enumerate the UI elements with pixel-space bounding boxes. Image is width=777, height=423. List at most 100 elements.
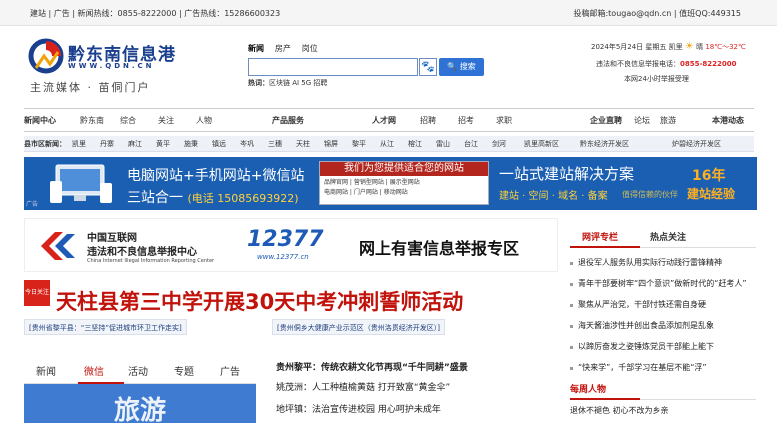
news-place: 姚茂洲： xyxy=(276,383,313,393)
county-danzhai[interactable]: 丹寨 xyxy=(100,139,114,149)
nav-enterprise[interactable]: 企业直聘 xyxy=(590,115,622,126)
search-icon: 🔍 xyxy=(447,62,458,71)
headline-sub-2[interactable]: [贵州侗乡大健康产业示范区（贵州洛贯经济开发区）] xyxy=(272,319,445,335)
baidu-paw-icon[interactable]: 🐾 xyxy=(419,58,437,76)
county-huangping[interactable]: 黄平 xyxy=(156,139,170,149)
search-tab-house[interactable]: 房产 xyxy=(275,44,291,53)
list-item-text: 退役军人服务队用实际行动践行雷锋精神 xyxy=(578,258,722,267)
banner-three-in-one: 三站合一 xyxy=(127,190,183,206)
list-item[interactable]: “快来学”，千部学习在基层不能“浮” xyxy=(570,362,756,373)
county-jinping[interactable]: 锦屏 xyxy=(324,139,338,149)
list-item[interactable]: 贵州黎平：传统农耕文化节再现“千牛同耕”盛景 xyxy=(276,360,468,373)
site-logo[interactable]: 黔东南信息港 WWW.QDN.CN 主流媒体 · 苗侗门户 xyxy=(28,38,198,96)
devices-icon xyxy=(50,164,112,203)
banner-services-title: 我们为您提供适合您的网站 xyxy=(320,162,488,176)
report-center-logo-icon xyxy=(41,232,75,260)
report-zone-title: 网上有害信息举报专区 xyxy=(359,239,520,258)
report-hotline: 违法和不良信息举报电话：0855-8222000 xyxy=(596,59,736,69)
nav-people[interactable]: 人物 xyxy=(196,115,212,126)
temperature: 18℃～32℃ xyxy=(705,43,746,51)
nav-exam[interactable]: 招考 xyxy=(458,115,474,126)
nav-focus[interactable]: 关注 xyxy=(158,115,174,126)
headline-title[interactable]: 天柱县第三中学开展30天中考冲刺誓师活动 xyxy=(56,286,463,316)
headline-sub-1[interactable]: [贵州省黎平县：“三坚持”促进城市环卫工作走实] xyxy=(24,319,187,335)
weather-text: 晴 xyxy=(696,43,704,51)
nav-news-center[interactable]: 新闻中心 xyxy=(24,115,56,126)
top-links[interactable]: 建站 | 广告 | 新闻热线：0855-8222000 | 广告热线：15286… xyxy=(30,8,280,19)
weekly-people-item[interactable]: 退休不褪色 初心不改为乡亲 xyxy=(570,405,669,416)
county-rongjiang[interactable]: 榕江 xyxy=(408,139,422,149)
search-box xyxy=(248,58,418,76)
county-tianzhu[interactable]: 天柱 xyxy=(296,139,310,149)
logo-mark-icon xyxy=(28,38,64,74)
report-label: 违法和不良信息举报电话： xyxy=(596,60,680,68)
sun-icon: ☀ xyxy=(684,41,694,52)
report-number: 12377 xyxy=(247,227,324,252)
search-button[interactable]: 🔍 搜索 xyxy=(439,58,484,76)
banner-line1: 电脑网站+手机网站+微信站 xyxy=(127,168,305,184)
service-item: 移动网站 xyxy=(383,189,408,196)
feature-thumbnail[interactable]: 旅游 xyxy=(24,384,256,423)
tab-hot-focus[interactable]: 热点关注 xyxy=(650,230,686,243)
county-congjiang[interactable]: 从江 xyxy=(380,139,394,149)
county-liping[interactable]: 黎平 xyxy=(352,139,366,149)
nav-qdn[interactable]: 黔东南 xyxy=(80,115,104,126)
news-title: 人工种植榆黄菇 打开致富“黄金伞” xyxy=(312,383,451,393)
county-leishan[interactable]: 雷山 xyxy=(436,139,450,149)
illegal-info-report-banner[interactable]: 中国互联网 违法和不良信息举报中心 China Internet Illegal… xyxy=(24,218,558,272)
tab-ads[interactable]: 广告 xyxy=(220,363,240,378)
list-item[interactable]: 海天酱油涉性并创出食品添加剂是乱象 xyxy=(570,320,756,331)
county-majiang[interactable]: 麻江 xyxy=(128,139,142,149)
news-place: 贵州黎平： xyxy=(276,363,322,373)
list-item[interactable]: 退役军人服务队用实际行动践行雷锋精神 xyxy=(570,257,756,268)
county-taijiang[interactable]: 台江 xyxy=(464,139,478,149)
report-site: www.12377.cn xyxy=(257,253,309,261)
nav-talent[interactable]: 人才网 xyxy=(372,115,396,126)
tab-commentary[interactable]: 网评专栏 xyxy=(582,230,618,243)
nav-travel[interactable]: 旅游 xyxy=(660,115,676,126)
ad-banner[interactable]: 电脑网站+手机网站+微信站 三站合一 (电话 15085693922) 我们为您… xyxy=(24,157,757,210)
hot-label: 热词： xyxy=(248,79,269,87)
active-tab-indicator xyxy=(570,398,640,400)
search-input[interactable] xyxy=(249,59,417,75)
nav-general[interactable]: 综合 xyxy=(120,115,136,126)
report-org-english: China Internet Illegal Information Repor… xyxy=(87,258,215,264)
nav-forum[interactable]: 论坛 xyxy=(634,115,650,126)
top-bar: 建站 | 广告 | 新闻热线：0855-8222000 | 广告热线：15286… xyxy=(0,0,777,26)
banner-line2: 三站合一 (电话 15085693922) xyxy=(127,187,299,207)
main-nav: 新闻中心 黔东南 综合 关注 人物 产品服务 人才网 招聘 招考 求职 企业直聘… xyxy=(24,108,754,132)
list-item-text: 聚焦从严治党，干部忖铁还需自身硬 xyxy=(578,300,706,309)
nav-recruit[interactable]: 招聘 xyxy=(420,115,436,126)
county-qiandong-dev[interactable]: 黔东经济开发区 xyxy=(580,139,629,149)
county-sansui[interactable]: 三穗 xyxy=(268,139,282,149)
nav-products[interactable]: 产品服务 xyxy=(272,115,304,126)
county-lubi-dev[interactable]: 炉碧经济开发区 xyxy=(672,139,721,149)
tab-topics[interactable]: 专题 xyxy=(174,363,194,378)
weekly-people-title[interactable]: 每周人物 xyxy=(570,382,606,395)
list-item[interactable]: 姚茂洲：人工种植榆黄菇 打开致富“黄金伞” xyxy=(276,380,450,393)
hot-term-list[interactable]: 区块链 AI 5G 招聘 xyxy=(269,79,327,87)
county-zhenyuan[interactable]: 镇远 xyxy=(212,139,226,149)
logo-slogan: 主流媒体 · 苗侗门户 xyxy=(30,81,151,94)
list-item[interactable]: 青年干部要树牢“四个意识”做新时代的“赶考人” xyxy=(570,278,756,289)
list-item[interactable]: 以蹄厉奋发之姿锤炼党员干部能上能下 xyxy=(570,341,756,352)
tab-events[interactable]: 活动 xyxy=(128,363,148,378)
search-tab-news[interactable]: 新闻 xyxy=(248,44,264,53)
county-kaili-hitech[interactable]: 凯里高新区 xyxy=(524,139,559,149)
banner-solution: 一站式建站解决方案 xyxy=(499,165,635,183)
county-cengong[interactable]: 岑巩 xyxy=(240,139,254,149)
service-item: 电商网站 xyxy=(324,189,349,196)
county-shibing[interactable]: 施秉 xyxy=(184,139,198,149)
tab-news[interactable]: 新闻 xyxy=(36,363,56,378)
search-tab-jobs[interactable]: 岗位 xyxy=(302,44,318,53)
service-item: 门户网站 xyxy=(353,189,378,196)
list-item[interactable]: 聚焦从严治党，干部忖铁还需自身硬 xyxy=(570,299,756,310)
top-contact[interactable]: 投稿邮箱:tougao@qdn.cn | 值班QQ:449315 xyxy=(573,8,741,19)
news-title: 传统农耕文化节再现“千牛同耕”盛景 xyxy=(321,363,468,373)
county-kaili[interactable]: 凯里 xyxy=(72,139,86,149)
nav-jobseek[interactable]: 求职 xyxy=(496,115,512,126)
list-item[interactable]: 地坪镇：法治宣传进校园 用心呵护未成年 xyxy=(276,402,441,415)
nav-site-news[interactable]: 本港动态 xyxy=(712,115,744,126)
tab-wechat[interactable]: 微信 xyxy=(84,363,104,378)
county-jianhe[interactable]: 剑河 xyxy=(492,139,506,149)
